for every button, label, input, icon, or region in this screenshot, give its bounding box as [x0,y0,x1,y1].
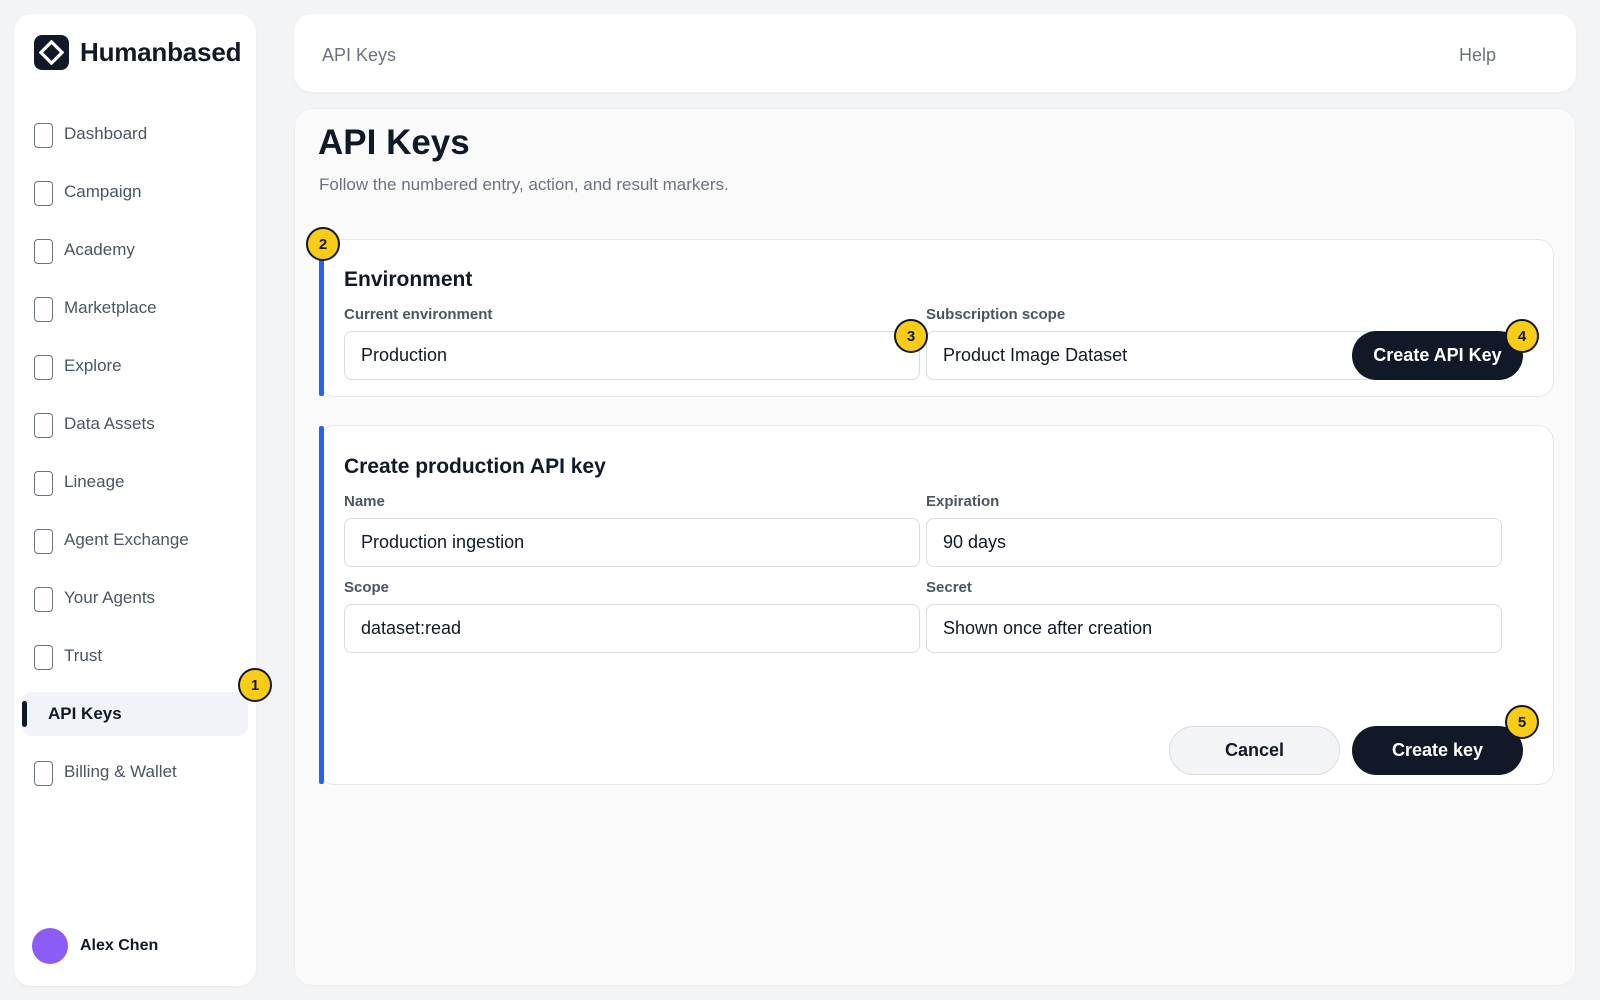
create-key-title: Create production API key [344,455,606,478]
breadcrumb: API Keys [322,45,397,65]
step-marker-2: 2 [306,227,340,261]
user-profile[interactable]: Alex Chen [32,928,158,964]
sidebar-item-label: Agent Exchange [64,530,189,549]
create-key-card: Create production API key Name Expiratio… [319,425,1554,785]
page-icon [34,471,53,496]
sidebar-item-api-keys[interactable]: API Keys [22,692,248,736]
sidebar-item-agent-exchange[interactable]: Agent Exchange [22,518,248,562]
subscription-scope-label: Subscription scope [926,306,1066,323]
page-icon [34,587,53,612]
page-icon [34,529,53,554]
page-icon [34,355,53,380]
sidebar-item-label: Dashboard [64,124,148,143]
environment-card: Environment Current environment Subscrip… [319,239,1554,397]
page-icon [34,239,53,264]
card-accent-bar [319,426,324,784]
create-api-key-button[interactable]: Create API Key [1352,331,1523,380]
sidebar-item-label: Academy [64,240,135,259]
sidebar-item-data-assets[interactable]: Data Assets [22,402,248,446]
step-marker-4: 4 [1505,319,1539,353]
step-marker-1: 1 [238,668,272,702]
sidebar-item-label: Campaign [64,182,142,201]
sidebar-item-label: Marketplace [64,298,157,317]
page-icon [34,413,53,438]
active-indicator [22,701,27,727]
sidebar-item-label: API Keys [48,704,122,723]
sidebar-item-billing-wallet[interactable]: Billing & Wallet [22,750,248,794]
page-icon [34,761,53,786]
logo-icon [34,34,69,70]
scope-label: Scope [344,579,390,596]
create-key-button[interactable]: Create key [1352,726,1523,775]
environment-title: Environment [344,268,473,291]
page-title: API Keys [318,123,470,162]
sidebar-item-lineage[interactable]: Lineage [22,460,248,504]
page-icon [34,297,53,322]
card-accent-bar [319,257,324,396]
brand-name: Humanbased [80,36,242,67]
main-panel: API Keys Follow the numbered entry, acti… [294,108,1576,986]
step-marker-3: 3 [894,319,928,353]
page-icon [34,181,53,206]
help-link[interactable]: Help [1459,45,1496,66]
expiration-field[interactable] [926,518,1502,567]
expiration-label: Expiration [926,493,1000,510]
sidebar-item-label: Data Assets [64,414,155,433]
name-field[interactable] [344,518,920,567]
cancel-button[interactable]: Cancel [1169,726,1340,775]
name-label: Name [344,493,385,510]
scope-field[interactable] [344,604,920,653]
top-bar: API Keys Help [294,14,1576,92]
sidebar-item-your-agents[interactable]: Your Agents [22,576,248,620]
current-environment-label: Current environment [344,306,493,323]
sidebar-item-campaign[interactable]: Campaign [22,170,248,214]
sidebar-item-label: Your Agents [64,588,156,607]
sidebar-item-academy[interactable]: Academy [22,228,248,272]
secret-label: Secret [926,579,972,596]
current-environment-field[interactable] [344,331,920,380]
brand[interactable]: Humanbased [34,34,241,70]
sidebar-item-explore[interactable]: Explore [22,344,248,388]
sidebar-item-label: Trust [64,646,103,665]
avatar [32,928,68,964]
sidebar-nav: Dashboard Campaign Academy Marketplace E… [22,112,248,808]
page-subtitle: Follow the numbered entry, action, and r… [319,175,729,194]
sidebar: Humanbased Dashboard Campaign Academy Ma… [14,14,256,986]
sidebar-item-label: Explore [64,356,122,375]
sidebar-item-marketplace[interactable]: Marketplace [22,286,248,330]
sidebar-item-dashboard[interactable]: Dashboard [22,112,248,156]
sidebar-item-label: Lineage [64,472,125,491]
page-icon [34,645,53,670]
user-name: Alex Chen [80,937,159,954]
sidebar-item-label: Billing & Wallet [64,762,177,781]
step-marker-5: 5 [1505,705,1539,739]
page-icon [34,123,53,148]
secret-field[interactable] [926,604,1502,653]
sidebar-item-trust[interactable]: Trust [22,634,248,678]
